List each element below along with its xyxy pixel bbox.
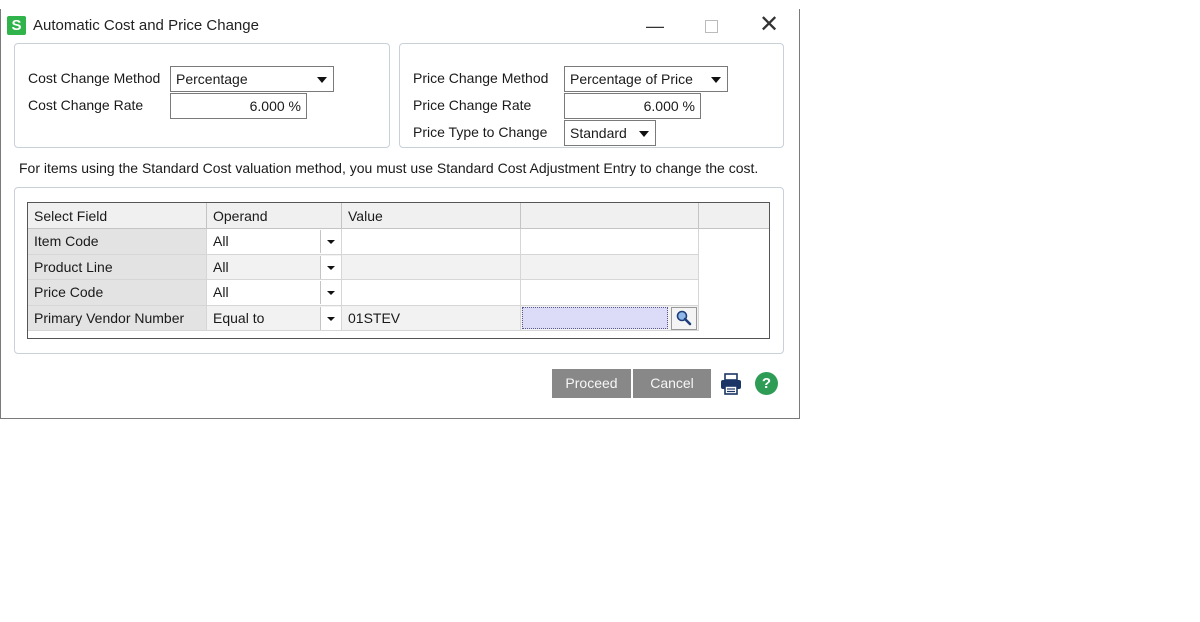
table-row[interactable]: Product Line All (28, 254, 699, 280)
column-header-select-field[interactable]: Select Field (28, 203, 207, 229)
window-title: Automatic Cost and Price Change (33, 17, 259, 34)
operand-dropdown-button[interactable] (320, 255, 341, 279)
select-field-cell: Product Line (28, 254, 207, 280)
dropdown-arrow-icon (711, 77, 721, 83)
table-row[interactable]: Primary Vendor Number Equal to 01STEV (28, 305, 699, 331)
column-header-value[interactable]: Value (342, 203, 521, 229)
cost-change-rate-input[interactable]: 6.000 % (170, 93, 307, 119)
price-type-label: Price Type to Change (413, 124, 548, 140)
operand-dropdown-button[interactable] (320, 281, 341, 304)
value-to-cell[interactable] (521, 254, 699, 280)
info-message: For items using the Standard Cost valuat… (19, 160, 759, 176)
cost-change-rate-value: 6.000 % (249, 98, 301, 114)
maximize-icon (704, 20, 718, 33)
print-icon (721, 373, 741, 395)
column-header-filler (699, 203, 769, 229)
dropdown-arrow-icon (317, 77, 327, 83)
price-type-value: Standard (570, 125, 627, 141)
operand-dropdown-button[interactable] (320, 306, 341, 330)
operand-dropdown-button[interactable] (320, 230, 341, 253)
value-cell[interactable] (342, 254, 521, 280)
price-change-rate-value: 6.000 % (643, 98, 695, 114)
price-change-rate-label: Price Change Rate (413, 97, 532, 113)
help-icon[interactable]: ? (755, 372, 778, 395)
column-header-operand[interactable]: Operand (207, 203, 342, 229)
value-cell[interactable]: 01STEV (342, 305, 521, 331)
table-row[interactable]: Price Code All (28, 280, 699, 306)
lookup-icon (676, 310, 692, 325)
title-bar[interactable]: S Automatic Cost and Price Change — ✕ (1, 9, 799, 43)
close-button[interactable]: ✕ (749, 13, 789, 39)
app-logo-icon: S (7, 16, 26, 35)
cost-change-method-select[interactable]: Percentage (170, 66, 334, 92)
cancel-button[interactable]: Cancel (633, 369, 711, 398)
value-cell[interactable] (342, 229, 521, 255)
cost-change-method-label: Cost Change Method (28, 70, 161, 86)
select-field-cell: Primary Vendor Number (28, 305, 207, 331)
maximize-button[interactable] (691, 13, 731, 39)
price-change-rate-input[interactable]: 6.000 % (564, 93, 701, 119)
price-change-method-value: Percentage of Price (570, 71, 693, 87)
select-field-cell: Item Code (28, 229, 207, 255)
table-row[interactable]: Item Code All (28, 229, 699, 255)
value-to-cell[interactable] (521, 280, 699, 306)
price-change-method-select[interactable]: Percentage of Price (564, 66, 728, 92)
print-button[interactable] (719, 372, 743, 396)
minimize-button[interactable]: — (635, 13, 675, 39)
column-header-value-to[interactable] (521, 203, 699, 229)
dropdown-arrow-icon (327, 291, 335, 295)
cost-change-rate-label: Cost Change Rate (28, 97, 144, 113)
select-field-cell: Price Code (28, 280, 207, 306)
lookup-button[interactable] (671, 306, 697, 330)
dropdown-arrow-icon (327, 316, 335, 321)
cost-change-method-value: Percentage (176, 71, 248, 87)
dropdown-arrow-icon (639, 131, 649, 137)
value-cell[interactable] (342, 280, 521, 306)
dropdown-arrow-icon (327, 265, 335, 270)
value-to-cell[interactable] (521, 229, 699, 255)
vendor-lookup-input[interactable] (522, 306, 668, 329)
price-type-select[interactable]: Standard (564, 120, 656, 146)
proceed-button[interactable]: Proceed (552, 369, 631, 398)
selection-grid: Select Field Operand Value Item Code All… (27, 202, 770, 339)
dropdown-arrow-icon (327, 240, 335, 244)
price-change-method-label: Price Change Method (413, 70, 549, 86)
